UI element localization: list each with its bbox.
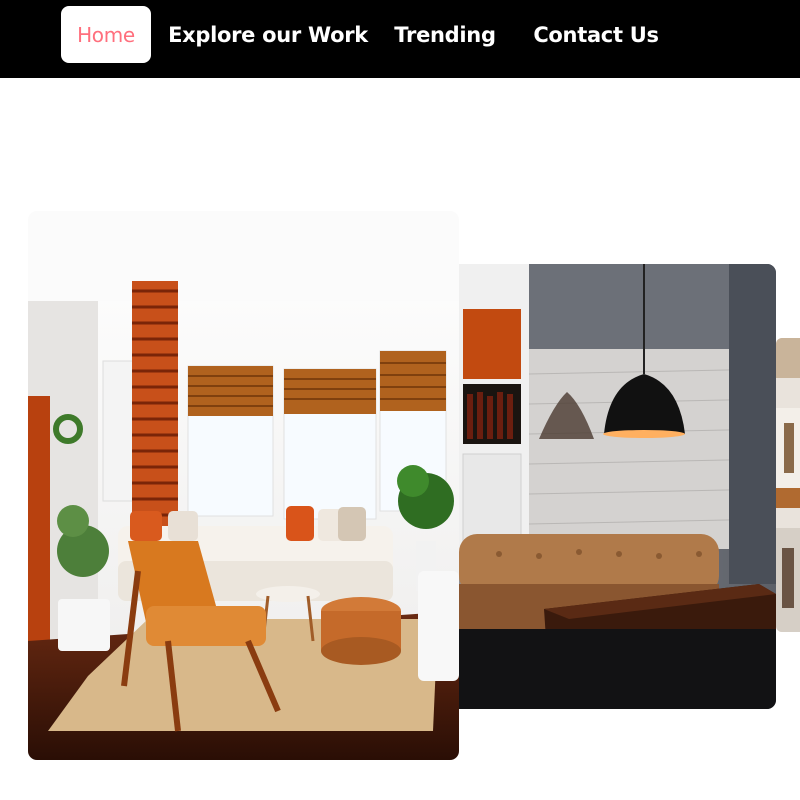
- nav-home-link[interactable]: Home: [61, 6, 151, 63]
- nav-trending-link[interactable]: Trending: [392, 6, 498, 63]
- gallery-image-living-room[interactable]: [28, 211, 459, 760]
- nav-contact-us-link[interactable]: Contact Us: [532, 6, 660, 63]
- gallery-image-restaurant[interactable]: [776, 338, 800, 632]
- top-navigation-bar: Home Explore our Work Trending Contact U…: [0, 0, 800, 78]
- gallery-image-lounge[interactable]: [459, 264, 776, 709]
- restaurant-illustration: [776, 338, 800, 632]
- nav-explore-our-work-link[interactable]: Explore our Work: [168, 6, 368, 63]
- lounge-illustration: [459, 264, 776, 709]
- living-room-illustration: [28, 211, 459, 760]
